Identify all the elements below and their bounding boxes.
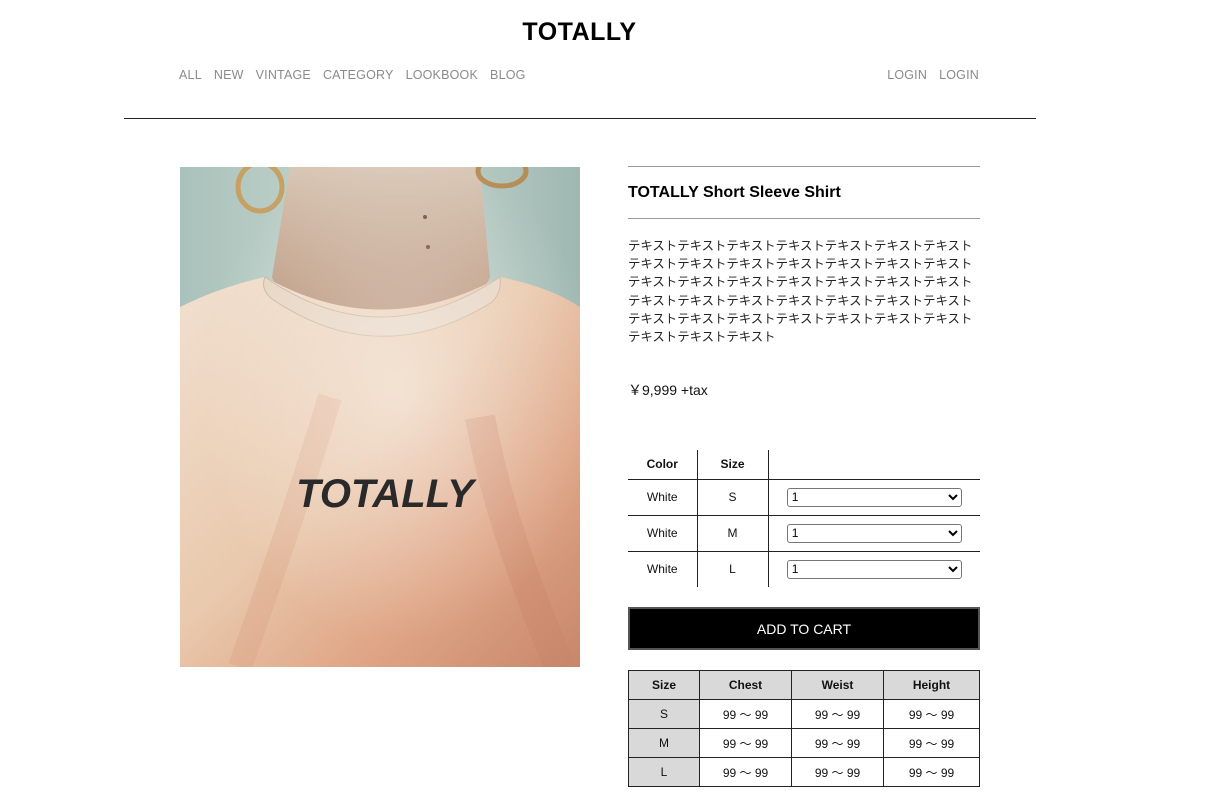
quantity-select-s[interactable]: 1 — [786, 487, 962, 507]
variant-row: White M 1 — [628, 515, 980, 552]
variant-size: L — [697, 551, 769, 587]
size-chart-table: Size Chest Weist Height S 99 〜 99 99 〜 9… — [628, 670, 980, 787]
product-image[interactable]: TOTALLY — [180, 167, 580, 667]
shirt-print-text: TOTALLY — [296, 472, 477, 516]
nav-vintage[interactable]: VINTAGE — [256, 68, 311, 82]
nav-blog[interactable]: BLOG — [490, 68, 526, 82]
quantity-select-m[interactable]: 1 — [786, 523, 962, 543]
nav-new[interactable]: NEW — [214, 68, 244, 82]
variant-row: White S 1 — [628, 479, 980, 516]
size-chart-cell: 99 〜 99 — [699, 699, 792, 729]
size-chart-header: Weist — [791, 670, 884, 700]
size-chart-header: Height — [883, 670, 980, 700]
login-link[interactable]: LOGIN — [887, 68, 927, 82]
size-chart-cell: 99 〜 99 — [699, 757, 792, 787]
header-divider — [124, 118, 1036, 119]
variant-color: White — [628, 479, 698, 516]
size-chart-cell: 99 〜 99 — [791, 757, 884, 787]
size-chart-cell: 99 〜 99 — [791, 699, 884, 729]
quantity-select-l[interactable]: 1 — [786, 559, 962, 579]
size-chart-cell: 99 〜 99 — [883, 757, 980, 787]
quantity-column-header — [768, 450, 980, 480]
size-chart-size: L — [628, 757, 700, 787]
nav-all[interactable]: ALL — [179, 68, 202, 82]
size-chart-header-row: Size Chest Weist Height — [628, 670, 980, 700]
size-chart-header: Size — [628, 670, 700, 700]
variant-qty-cell: 1 — [768, 515, 980, 552]
product-title: TOTALLY Short Sleeve Shirt — [628, 184, 841, 201]
nav-category[interactable]: CATEGORY — [323, 68, 394, 82]
login-link-2[interactable]: LOGIN — [939, 68, 979, 82]
size-chart-cell: 99 〜 99 — [883, 728, 980, 758]
product-description: テキストテキストテキストテキストテキストテキストテキスト テキストテキストテキス… — [628, 238, 973, 345]
size-chart-cell: 99 〜 99 — [699, 728, 792, 758]
product-photo-illustration: TOTALLY — [180, 167, 580, 667]
nav-lookbook[interactable]: LOOKBOOK — [406, 68, 478, 82]
color-column-header: Color — [628, 450, 698, 480]
title-bottom-divider — [628, 218, 980, 219]
variant-table: Color Size White S 1 White M 1 White L 1 — [628, 450, 980, 587]
add-to-cart-button[interactable]: ADD TO CART — [628, 607, 980, 650]
size-chart-cell: 99 〜 99 — [791, 728, 884, 758]
size-chart-size: S — [628, 699, 700, 729]
variant-header-row: Color Size — [628, 450, 980, 480]
product-info: TOTALLY Short Sleeve Shirt テキストテキストテキストテ… — [628, 166, 980, 400]
size-chart-row: M 99 〜 99 99 〜 99 99 〜 99 — [628, 728, 980, 758]
size-chart-row: S 99 〜 99 99 〜 99 99 〜 99 — [628, 699, 980, 729]
size-chart-header: Chest — [699, 670, 792, 700]
account-nav: LOGIN LOGIN — [887, 68, 979, 82]
size-chart-row: L 99 〜 99 99 〜 99 99 〜 99 — [628, 757, 980, 787]
main-nav: ALL NEW VINTAGE CATEGORY LOOKBOOK BLOG — [179, 68, 526, 82]
size-column-header: Size — [697, 450, 769, 480]
size-chart-size: M — [628, 728, 700, 758]
variant-color: White — [628, 551, 698, 587]
variant-qty-cell: 1 — [768, 551, 980, 587]
variant-qty-cell: 1 — [768, 479, 980, 516]
variant-row: White L 1 — [628, 551, 980, 587]
variant-color: White — [628, 515, 698, 552]
variant-size: M — [697, 515, 769, 552]
brand-logo[interactable]: TOTALLY — [0, 18, 1159, 47]
product-price: ￥9,999 +tax — [628, 382, 708, 399]
variant-size: S — [697, 479, 769, 516]
size-chart-cell: 99 〜 99 — [883, 699, 980, 729]
